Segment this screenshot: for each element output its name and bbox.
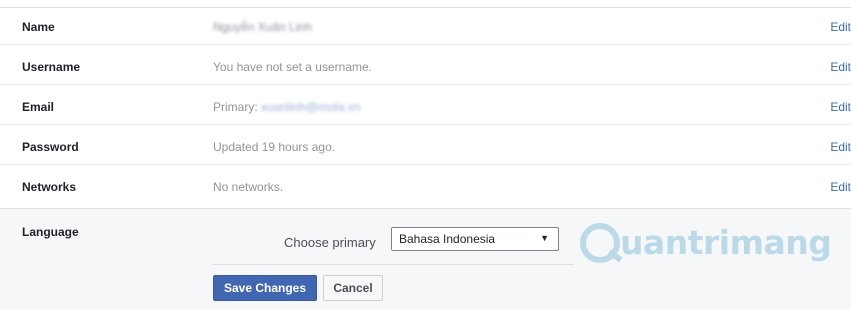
choose-primary-label: Choose primary [284, 235, 376, 250]
watermark-text: uantrimang [620, 223, 832, 262]
settings-row-password: Password Updated 19 hours ago. Edit [0, 128, 851, 165]
email-address: xuanlinh@mota.vn [261, 100, 361, 114]
row-label: Username [22, 60, 81, 74]
settings-row-networks: Networks No networks. Edit [0, 168, 851, 204]
panel-divider [212, 264, 574, 265]
settings-row-email: Email Primary: xuanlinh@mota.vn Edit [0, 88, 851, 125]
row-label: Email [22, 100, 55, 114]
username-value: You have not set a username. [213, 60, 372, 74]
language-label: Language [22, 225, 79, 239]
edit-password-link[interactable]: Edit [830, 140, 851, 154]
save-changes-button[interactable]: Save Changes [213, 275, 317, 301]
row-label: Name [22, 20, 55, 34]
row-label: Password [22, 140, 79, 154]
edit-name-link[interactable]: Edit [830, 20, 851, 34]
cancel-button[interactable]: Cancel [323, 275, 383, 301]
dropdown-caret-icon: ▼ [540, 233, 549, 243]
settings-row-username: Username You have not set a username. Ed… [0, 48, 851, 85]
email-prefix: Primary: [213, 100, 258, 114]
row-label: Networks [22, 180, 77, 194]
settings-row-name: Name Nguyễn Xuân Linh Edit [0, 8, 851, 45]
watermark-q-icon [580, 223, 620, 263]
name-value: Nguyễn Xuân Linh [213, 20, 312, 34]
email-value: Primary: xuanlinh@mota.vn [213, 100, 361, 114]
language-selected-value: Bahasa Indonesia [399, 232, 496, 246]
networks-value: No networks. [213, 180, 284, 194]
language-select[interactable]: Bahasa Indonesia ▼ [391, 227, 559, 251]
password-value: Updated 19 hours ago. [213, 140, 336, 154]
edit-username-link[interactable]: Edit [830, 60, 851, 74]
language-edit-panel: Language Choose primary Bahasa Indonesia… [0, 208, 851, 309]
edit-email-link[interactable]: Edit [830, 100, 851, 114]
edit-networks-link[interactable]: Edit [830, 180, 851, 194]
